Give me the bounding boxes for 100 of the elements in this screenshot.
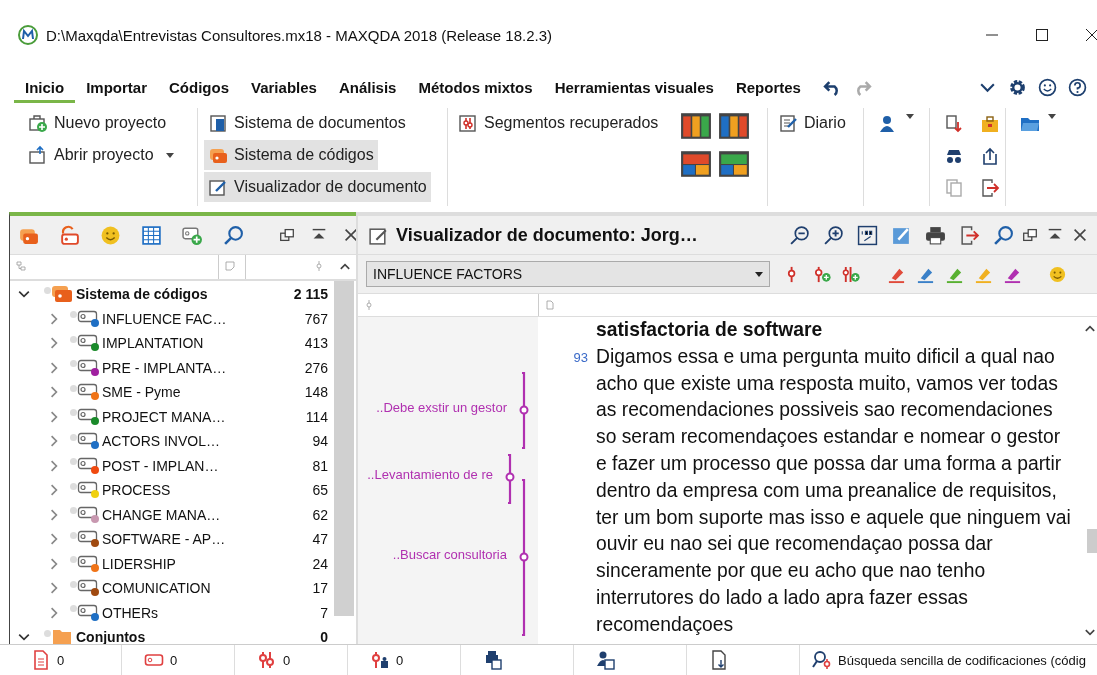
new-project-icon	[28, 113, 48, 133]
document-icon[interactable]	[31, 650, 51, 670]
tree-item[interactable]: SOFTWARE - AP…	[102, 531, 226, 548]
tree-item[interactable]: COMUNICATION	[102, 580, 211, 597]
count-label: 24	[312, 555, 329, 572]
tree-item[interactable]: OTHERs	[102, 604, 158, 621]
count-label: 62	[312, 506, 329, 523]
status-dot	[70, 507, 77, 515]
menu-tab[interactable]: Códigos	[158, 71, 240, 103]
export-icon[interactable]	[980, 146, 1000, 166]
segment-label[interactable]: ..Buscar consultoria	[392, 547, 507, 562]
settings-icon[interactable]	[1008, 77, 1027, 97]
smiley-icon[interactable]	[1038, 77, 1057, 97]
menu-tab[interactable]: Reportes	[724, 71, 812, 103]
menu-tab[interactable]: Análisis	[327, 71, 408, 103]
coded-segment-icon[interactable]	[370, 650, 390, 670]
menu-tab[interactable]: Herramientas visuales	[543, 71, 725, 103]
dropdown-caret-icon	[755, 271, 763, 277]
maximize-icon[interactable]	[1035, 28, 1049, 42]
copy-icon[interactable]	[944, 114, 964, 134]
segment-label[interactable]: ..Debe exstir un gestor	[376, 400, 507, 415]
tree-item[interactable]: PROCESS	[102, 482, 171, 499]
tree-item[interactable]: CHANGE MANA…	[102, 506, 221, 523]
zoom-out-icon[interactable]	[789, 224, 810, 246]
exit-icon[interactable]	[980, 178, 1000, 198]
tree-item[interactable]: SME - Pyme	[102, 384, 181, 401]
ribbon-button[interactable]: Abrir proyecto	[24, 140, 178, 170]
tree-item[interactable]: PROJECT MANA…	[102, 408, 226, 425]
tree-item[interactable]: LIDERSHIP	[102, 555, 176, 572]
status-dot	[44, 286, 51, 294]
ribbon-button[interactable]: Sistema de documentos	[204, 108, 410, 138]
scrollbar[interactable]	[334, 281, 354, 616]
menu-tab[interactable]: Variables	[240, 71, 328, 103]
status-dot	[70, 409, 77, 417]
user-document-icon[interactable]	[596, 650, 616, 670]
menu-tab[interactable]: Importar	[75, 71, 158, 103]
tree-item[interactable]: ACTORS INVOL…	[102, 433, 220, 450]
segment-label[interactable]: ..Levantamiento de re	[367, 467, 493, 482]
code-dropdown[interactable]: INFLUENCE FACTORS	[366, 261, 770, 287]
hierarchy-icon	[16, 261, 26, 271]
segment-bracket[interactable]	[504, 454, 516, 504]
new-code-icon[interactable]	[182, 224, 203, 246]
search-icon[interactable]	[993, 224, 1014, 246]
ribbon-button[interactable]: Nuevo proyecto	[24, 108, 171, 138]
undock-icon[interactable]	[278, 226, 296, 244]
document-import-icon[interactable]	[709, 650, 729, 670]
briefcase-icon[interactable]	[980, 114, 1000, 134]
layout-icon[interactable]	[680, 150, 713, 178]
menu-tab[interactable]: Inicio	[14, 71, 76, 103]
count-label: 47	[312, 531, 329, 548]
exit-icon[interactable]	[959, 224, 980, 246]
print-icon[interactable]	[925, 224, 946, 246]
zoom-reset-icon[interactable]	[857, 224, 878, 246]
scrollbar-thumb[interactable]	[1087, 529, 1097, 553]
undock-icon[interactable]	[1021, 226, 1039, 244]
search-icon[interactable]	[223, 224, 244, 246]
status-text: Búsqueda sencilla de codificaciones (códig	[838, 652, 1086, 668]
zoom-in-icon[interactable]	[823, 224, 844, 246]
count-label: 0	[396, 652, 404, 668]
dropdown-caret-icon[interactable]	[1048, 114, 1056, 119]
count-label: 81	[312, 457, 329, 474]
tree-item[interactable]: Sistema de códigos	[76, 286, 208, 303]
search-icon[interactable]	[812, 650, 832, 670]
variables-icon[interactable]	[483, 650, 503, 670]
tree-item[interactable]: PRE - IMPLANTA…	[102, 359, 227, 376]
table-icon[interactable]	[141, 224, 162, 246]
code-refresh-icon[interactable]	[59, 224, 80, 246]
tree-item[interactable]: IMPLANTATION	[102, 335, 204, 352]
segment-icon	[364, 300, 374, 310]
ribbon-button[interactable]: Visualizador de documento	[204, 172, 431, 202]
ribbon-button[interactable]: Diario	[774, 108, 850, 138]
segment-icon	[314, 261, 324, 271]
dropdown-caret-icon[interactable]	[906, 114, 914, 119]
tree-item[interactable]: INFLUENCE FAC…	[102, 310, 227, 327]
add-code-icon[interactable]	[813, 264, 832, 284]
segment-bracket[interactable]	[518, 372, 530, 449]
close-icon[interactable]	[1085, 28, 1097, 42]
count-label: 7	[320, 604, 329, 621]
count-label: 0	[283, 652, 291, 668]
segment-bracket[interactable]	[518, 479, 530, 636]
tree-item[interactable]: Conjuntos	[76, 629, 146, 646]
close-icon[interactable]	[1071, 226, 1089, 244]
count-label: 413	[304, 335, 329, 352]
status-dot	[70, 531, 77, 539]
count-label: 0	[320, 629, 329, 646]
layout-icon[interactable]	[718, 112, 751, 140]
diary-icon	[778, 113, 798, 133]
ribbon-button[interactable]: Sistema de códigos	[204, 140, 378, 170]
add-codes-icon[interactable]	[842, 264, 861, 284]
status-dot	[44, 629, 51, 637]
tree-item[interactable]: POST - IMPLAN…	[102, 457, 219, 474]
menu-tab[interactable]: Métodos mixtos	[407, 71, 544, 103]
count-label: 17	[312, 580, 329, 597]
help-icon[interactable]	[1068, 77, 1087, 97]
layout-icon[interactable]	[680, 112, 713, 140]
segments-icon[interactable]	[257, 650, 277, 670]
layout-icon[interactable]	[718, 150, 751, 178]
status-dot	[70, 556, 77, 564]
ribbon-button[interactable]: Segmentos recuperados	[454, 108, 663, 138]
status-dot	[70, 360, 77, 368]
